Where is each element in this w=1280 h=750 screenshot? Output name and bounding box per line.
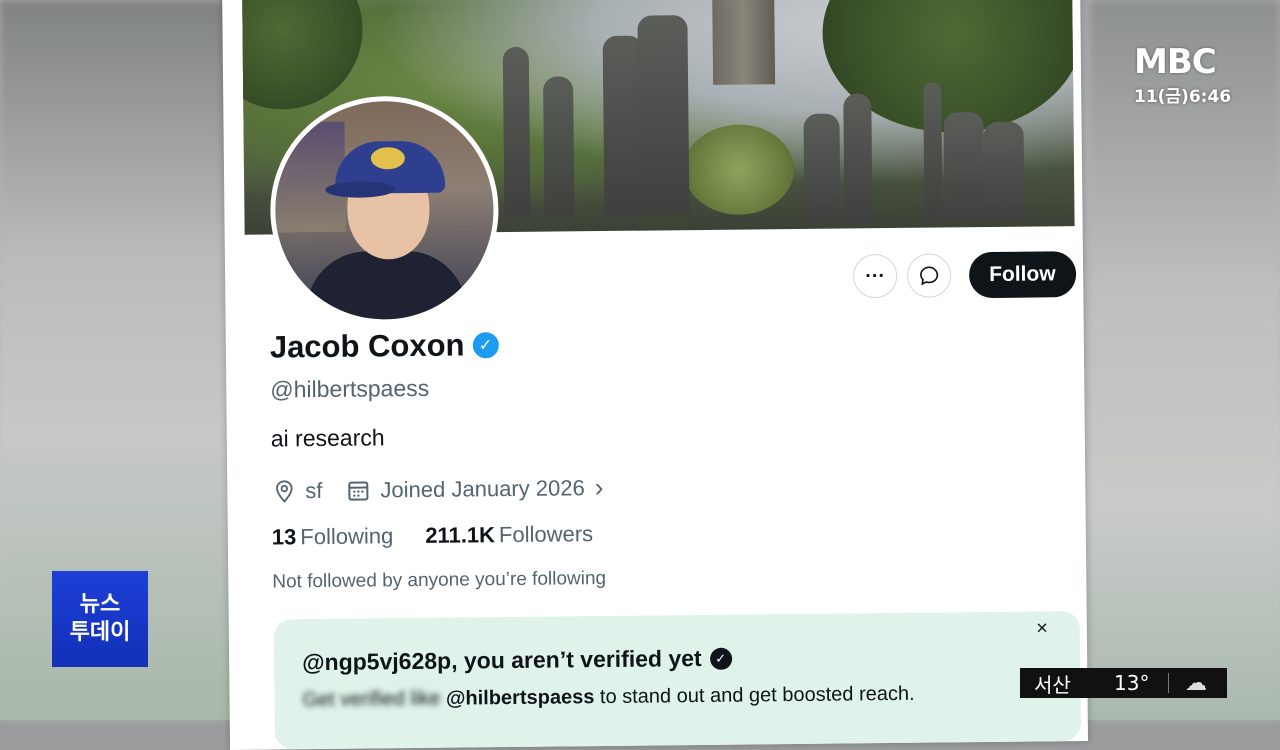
program-badge: 뉴스 투데이: [52, 571, 148, 667]
verified-badge-icon[interactable]: ✓: [472, 332, 498, 358]
tower-shape: [712, 0, 775, 85]
verification-prompt-card: @ngp5vj628p, you aren’t verified yet ✓ G…: [274, 611, 1081, 749]
broadcaster-logo: MBC: [1134, 42, 1230, 82]
weather-divider: [1168, 673, 1169, 693]
follow-button[interactable]: Follow: [969, 251, 1076, 298]
location-pin-icon: [273, 479, 295, 503]
profile-meta: sf Joined January 2026 ›: [273, 472, 627, 507]
following-count-link[interactable]: 13Following: [272, 523, 394, 550]
profile-name: Jacob Coxon: [270, 327, 465, 365]
verified-check-icon: ✓: [710, 647, 732, 669]
calendar-icon: [346, 478, 370, 502]
weather-city: 서산: [1034, 669, 1114, 698]
weather-temp: 13°: [1114, 671, 1168, 695]
following-count: 13: [272, 524, 297, 549]
verification-sub-handle: @hilbertspaess: [446, 686, 595, 710]
weather-bar: 서산 13° ☁: [1020, 668, 1227, 698]
following-label: Following: [300, 523, 393, 549]
verification-subtitle: Get verified like @hilbertspaess to stan…: [302, 683, 914, 712]
verification-title-row: @ngp5vj628p, you aren’t verified yet ✓: [302, 645, 732, 676]
close-icon[interactable]: ×: [1036, 617, 1048, 640]
cloud-icon: ☁: [1185, 671, 1207, 696]
profile-handle: @hilbertspaess: [270, 375, 429, 404]
follow-counts: 13Following 211.1KFollowers: [272, 521, 594, 550]
program-line2: 투데이: [70, 619, 131, 647]
message-bubble-icon: [918, 264, 940, 286]
ellipsis-icon: ···: [865, 265, 885, 288]
not-followed-note: Not followed by anyone you’re following: [272, 568, 606, 593]
profile-actions: ··· Follow: [853, 251, 1076, 299]
message-button[interactable]: [907, 253, 951, 297]
followers-label: Followers: [499, 521, 593, 547]
joined-text: Joined January 2026: [380, 475, 585, 503]
location-item: sf: [273, 477, 322, 504]
program-line1: 뉴스: [80, 591, 120, 619]
followers-count-link[interactable]: 211.1KFollowers: [425, 521, 593, 549]
verification-sub-rest: to stand out and get boosted reach.: [600, 683, 915, 708]
verification-sub-blurred: Get verified like: [302, 688, 440, 711]
verification-title: @ngp5vj628p, you aren’t verified yet: [302, 645, 702, 676]
profile-avatar[interactable]: [269, 95, 499, 325]
chevron-right-icon: ›: [595, 472, 604, 503]
broadcast-time: 11(금)6:46: [1134, 82, 1231, 107]
joined-item[interactable]: Joined January 2026 ›: [346, 472, 603, 506]
followers-count: 211.1K: [425, 522, 495, 548]
location-text: sf: [305, 477, 322, 503]
more-options-button[interactable]: ···: [853, 254, 897, 298]
profile-name-row: Jacob Coxon ✓: [270, 327, 499, 365]
blurred-background-right: [1090, 0, 1280, 720]
profile-bio: ai research: [271, 424, 385, 452]
profile-screenshot: ··· Follow Jacob Coxon ✓ @hilbertspaess …: [222, 0, 1088, 750]
